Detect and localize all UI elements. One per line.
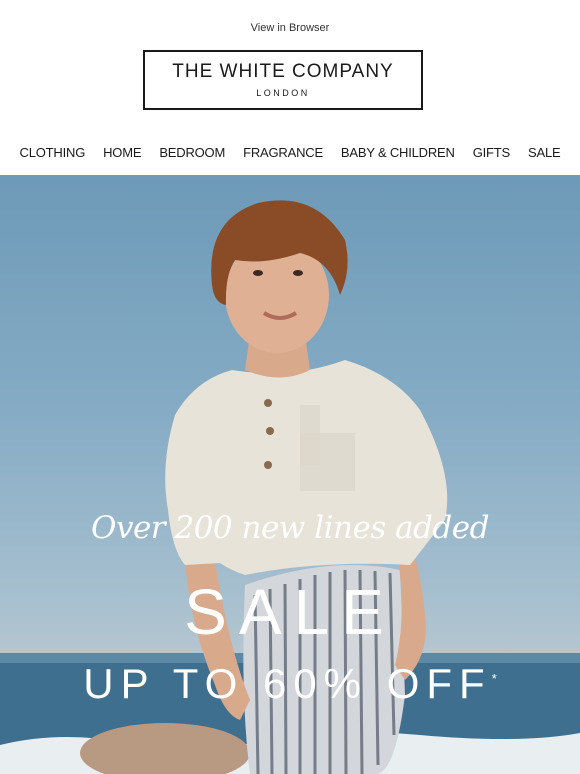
hero-offer-text: UP TO 60% OFF [83, 660, 492, 707]
hero-banner[interactable]: Over 200 new lines added SALE UP TO 60% … [0, 175, 580, 774]
nav-item-gifts[interactable]: GIFTS [473, 145, 510, 163]
nav-item-clothing[interactable]: CLOTHING [20, 145, 86, 163]
nav-item-home[interactable]: HOME [103, 145, 141, 163]
nav-item-sale[interactable]: SALE [528, 145, 561, 163]
nav-item-fragrance[interactable]: FRAGRANCE [243, 145, 323, 163]
hero-offer: UP TO 60% OFF* [0, 660, 580, 708]
nav-item-baby-children[interactable]: BABY & CHILDREN [341, 145, 455, 163]
main-navigation: CLOTHING HOME BEDROOM FRAGRANCE BABY & C… [0, 145, 580, 163]
hero-headline: SALE [184, 576, 396, 648]
hero-tagline: Over 200 new lines added [91, 510, 489, 546]
nav-item-bedroom[interactable]: BEDROOM [159, 145, 225, 163]
logo-wordmark: THE WHITE COMPANY [172, 61, 394, 82]
logo-subtitle: LONDON [256, 88, 310, 98]
brand-logo[interactable]: THE WHITE COMPANY LONDON [143, 50, 423, 110]
hero-offer-asterisk: * [491, 671, 497, 686]
view-in-browser-link[interactable]: View in Browser [0, 22, 580, 34]
